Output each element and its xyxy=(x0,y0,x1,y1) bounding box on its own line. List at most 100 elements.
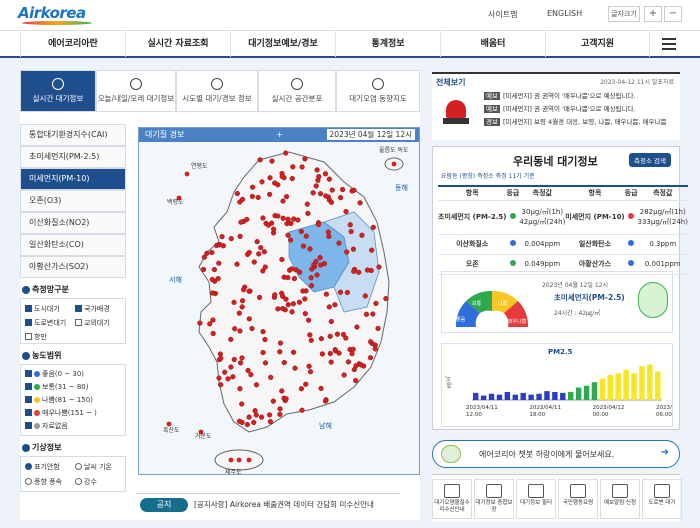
station-marker[interactable] xyxy=(262,360,269,366)
range-normal-checkbox[interactable]: 보통(31 ~ 80) xyxy=(25,382,88,392)
station-marker[interactable] xyxy=(240,287,247,293)
quick-summary-link[interactable]: 대기정보 종합보장 xyxy=(474,479,514,519)
weather-wind-radio[interactable]: 풍향 풍속 xyxy=(25,477,62,487)
chatbot-arrow-icon[interactable]: ➜ xyxy=(661,447,669,458)
station-marker[interactable] xyxy=(307,369,314,375)
station-marker[interactable] xyxy=(222,369,228,375)
station-marker[interactable] xyxy=(253,412,259,418)
station-marker[interactable] xyxy=(260,349,266,356)
station-marker[interactable] xyxy=(323,193,329,199)
station-marker[interactable] xyxy=(332,302,338,308)
station-marker[interactable] xyxy=(329,187,335,193)
station-marker[interactable] xyxy=(302,311,308,317)
station-marker[interactable] xyxy=(322,171,329,177)
korea-map[interactable]: 백령도 연평도 울릉도 독도 동해 서해 남해 제주도 흑산도 거문도 xyxy=(139,142,421,476)
station-marker[interactable] xyxy=(289,309,295,315)
tab-province[interactable]: 시도별 대기/경보 정보 xyxy=(176,70,258,112)
station-marker[interactable] xyxy=(236,418,243,424)
station-marker[interactable] xyxy=(317,191,324,197)
station-marker[interactable] xyxy=(256,251,262,257)
station-marker[interactable] xyxy=(239,196,246,203)
zoom-in-button[interactable]: + xyxy=(644,6,662,22)
station-marker[interactable] xyxy=(310,190,316,196)
pollutant-co[interactable]: 일산화탄소(CO) xyxy=(20,234,126,256)
station-marker[interactable] xyxy=(318,336,324,342)
station-marker[interactable] xyxy=(228,336,234,343)
weather-temp-radio[interactable]: 날씨 기온 xyxy=(75,462,112,472)
station-marker[interactable] xyxy=(260,215,266,221)
tab-spatial[interactable]: 실시간 공간분포 xyxy=(258,70,336,112)
station-marker[interactable] xyxy=(184,171,190,177)
station-marker[interactable] xyxy=(258,414,265,420)
station-marker[interactable] xyxy=(267,175,273,181)
station-marker[interactable] xyxy=(209,249,215,256)
station-marker[interactable] xyxy=(351,187,357,193)
station-marker[interactable] xyxy=(291,216,297,222)
station-marker[interactable] xyxy=(341,372,347,378)
station-marker[interactable] xyxy=(210,317,216,323)
station-marker[interactable] xyxy=(351,366,357,373)
station-marker[interactable] xyxy=(343,208,349,215)
station-marker[interactable] xyxy=(211,266,217,273)
station-urban-checkbox[interactable]: 도시대기 xyxy=(25,304,60,314)
station-marker[interactable] xyxy=(285,232,291,238)
station-marker[interactable] xyxy=(322,398,329,404)
station-marker[interactable] xyxy=(364,267,371,273)
station-marker[interactable] xyxy=(325,229,331,235)
station-marker[interactable] xyxy=(367,355,374,361)
station-marker[interactable] xyxy=(277,349,283,355)
station-marker[interactable] xyxy=(262,336,268,343)
station-marker[interactable] xyxy=(239,355,245,361)
range-nodata-checkbox[interactable]: 자료없음 xyxy=(25,421,68,431)
menu-icon[interactable] xyxy=(662,38,676,50)
station-marker[interactable] xyxy=(304,201,310,207)
station-marker[interactable] xyxy=(210,330,216,337)
station-marker[interactable] xyxy=(300,288,306,294)
station-marker[interactable] xyxy=(280,198,286,204)
station-marker[interactable] xyxy=(353,377,359,384)
station-marker[interactable] xyxy=(344,249,350,255)
station-marker[interactable] xyxy=(313,258,319,265)
station-marker[interactable] xyxy=(277,340,284,346)
station-marker[interactable] xyxy=(266,412,273,418)
station-marker[interactable] xyxy=(318,262,324,268)
station-marker[interactable] xyxy=(356,269,362,275)
nav-realtime[interactable]: 실시간 자료조회 xyxy=(125,31,230,57)
station-marker[interactable] xyxy=(326,233,332,239)
station-marker[interactable] xyxy=(238,219,244,225)
station-marker[interactable] xyxy=(201,254,207,260)
english-link[interactable]: ENGLISH xyxy=(547,9,582,18)
chatbot-text[interactable]: 에어코리아 챗봇 하랑이에게 물어보세요. xyxy=(479,449,614,460)
station-marker[interactable] xyxy=(207,321,213,327)
station-marker[interactable] xyxy=(357,200,363,206)
station-marker[interactable] xyxy=(359,232,365,238)
range-verybad-checkbox[interactable]: 매우나쁨(151 ~ ) xyxy=(25,408,97,418)
station-marker[interactable] xyxy=(326,176,332,182)
station-marker[interactable] xyxy=(279,173,285,180)
station-marker[interactable] xyxy=(231,299,237,305)
station-marker[interactable] xyxy=(246,457,252,463)
station-marker[interactable] xyxy=(209,276,215,283)
station-marker[interactable] xyxy=(383,296,389,302)
station-marker[interactable] xyxy=(350,346,356,352)
range-bad-checkbox[interactable]: 나쁨(81 ~ 150) xyxy=(25,395,93,405)
station-marker[interactable] xyxy=(217,242,223,248)
station-marker[interactable] xyxy=(290,164,296,170)
station-marker[interactable] xyxy=(245,367,251,374)
station-marker[interactable] xyxy=(230,374,236,380)
station-marker[interactable] xyxy=(367,339,374,345)
station-marker[interactable] xyxy=(284,221,290,227)
station-marker[interactable] xyxy=(219,234,225,240)
station-marker[interactable] xyxy=(267,419,274,425)
quick-guide-link[interactable]: 국민행동요령 xyxy=(558,479,598,519)
station-marker[interactable] xyxy=(358,362,364,368)
station-marker[interactable] xyxy=(218,382,224,388)
station-marker[interactable] xyxy=(259,179,265,185)
station-marker[interactable] xyxy=(336,240,342,246)
station-marker[interactable] xyxy=(280,306,286,312)
station-marker[interactable] xyxy=(307,332,313,338)
air-quality-map[interactable]: 대기질 경보 + 2023년 04월 12일 12시 백령도 연평도 울릉도 독도… xyxy=(138,127,421,476)
station-search-button[interactable]: 측정소 검색 xyxy=(629,153,671,167)
station-marker[interactable] xyxy=(239,298,246,304)
station-marker[interactable] xyxy=(260,329,266,335)
